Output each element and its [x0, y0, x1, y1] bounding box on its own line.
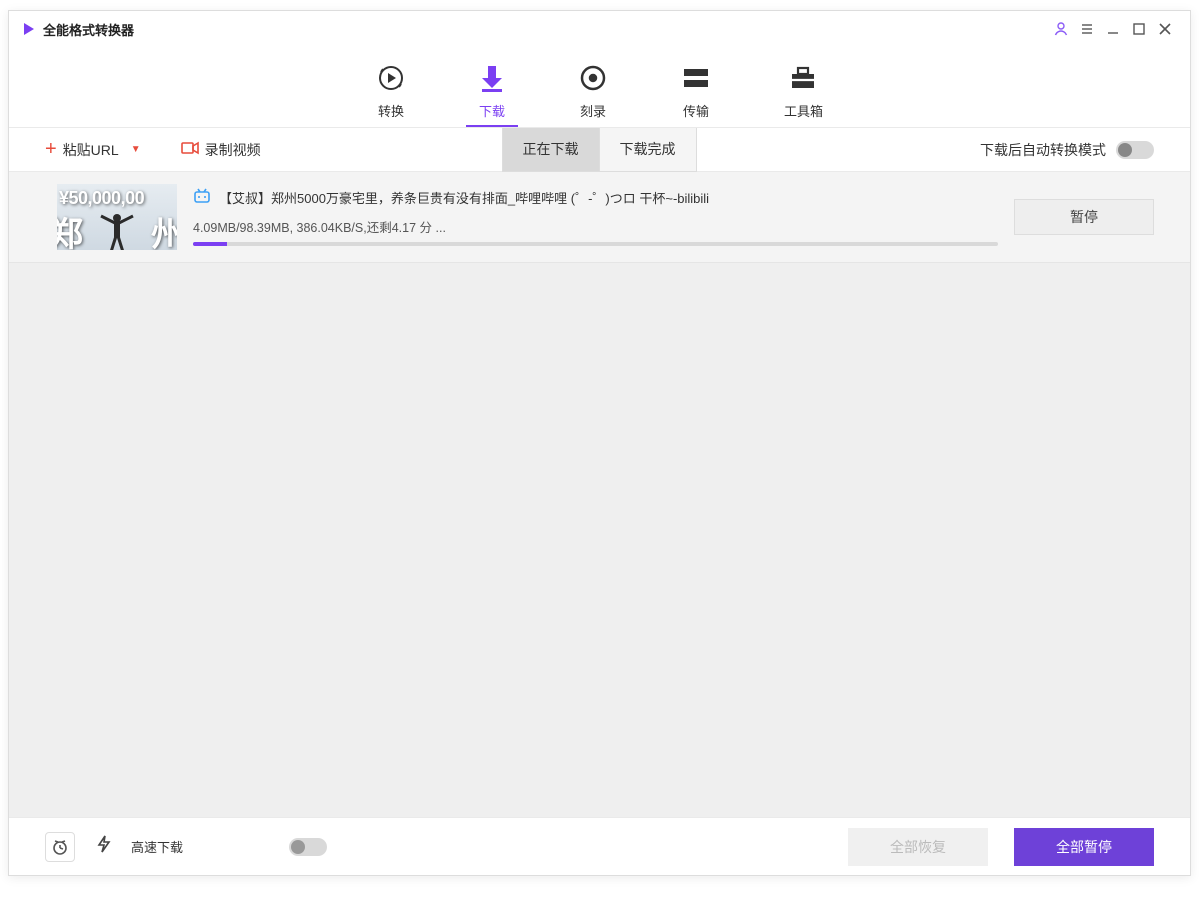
schedule-button[interactable] — [45, 832, 75, 862]
footer-bar: 高速下载 全部恢复 全部暂停 — [9, 817, 1190, 875]
tab-toolbox[interactable]: 工具箱 — [778, 47, 829, 127]
tab-toolbox-label: 工具箱 — [784, 101, 823, 120]
pause-all-button[interactable]: 全部暂停 — [1014, 828, 1154, 866]
download-icon — [478, 61, 506, 95]
download-thumbnail: ¥50,000,00 郑 州 — [57, 184, 177, 250]
resume-all-button[interactable]: 全部恢复 — [848, 828, 988, 866]
camera-icon — [181, 141, 199, 158]
tab-convert-label: 转换 — [378, 101, 404, 120]
bilibili-icon — [193, 188, 211, 207]
download-title: 【艾叔】郑州5000万豪宅里，养条巨贵有没有排面_哔哩哔哩 (゜-゜)つロ 干杯… — [219, 188, 709, 207]
clock-icon — [51, 838, 69, 856]
chevron-down-icon: ▼ — [131, 144, 141, 155]
main-tabs: 转换 下载 刻录 传输 — [9, 47, 1190, 127]
paste-url-label: 粘贴URL — [63, 140, 119, 160]
fast-download-toggle[interactable] — [289, 838, 327, 856]
record-video-label: 录制视频 — [205, 140, 261, 160]
main-tabs-container: 转换 下载 刻录 传输 — [9, 47, 1190, 128]
auto-convert-toggle[interactable] — [1116, 141, 1154, 159]
download-meta: 【艾叔】郑州5000万豪宅里，养条巨贵有没有排面_哔哩哔哩 (゜-゜)つロ 干杯… — [193, 188, 998, 246]
app-logo-icon — [21, 21, 37, 37]
transfer-icon — [680, 61, 712, 95]
segtab-downloading-label: 正在下载 — [523, 139, 579, 159]
minimize-icon[interactable] — [1100, 16, 1126, 42]
pause-button-label: 暂停 — [1070, 207, 1098, 227]
plus-icon: + — [45, 138, 57, 161]
download-progress-bar — [193, 242, 227, 246]
tab-transfer[interactable]: 传输 — [674, 47, 718, 127]
titlebar: 全能格式转换器 — [9, 11, 1190, 47]
segtab-done-label: 下载完成 — [620, 139, 676, 159]
pause-all-label: 全部暂停 — [1056, 837, 1112, 857]
menu-icon[interactable] — [1074, 16, 1100, 42]
tab-burn-label: 刻录 — [580, 101, 606, 120]
app-title: 全能格式转换器 — [43, 20, 134, 39]
pause-button[interactable]: 暂停 — [1014, 199, 1154, 235]
tab-convert[interactable]: 转换 — [370, 47, 412, 127]
tab-transfer-label: 传输 — [683, 101, 709, 120]
right-actions: 下载后自动转换模式 — [980, 140, 1154, 160]
record-video-button[interactable]: 录制视频 — [181, 140, 261, 160]
bolt-icon — [97, 835, 111, 858]
resume-all-label: 全部恢复 — [890, 837, 946, 857]
app-window: 全能格式转换器 转换 — [8, 10, 1191, 876]
close-icon[interactable] — [1152, 16, 1178, 42]
fast-download-label: 高速下载 — [131, 837, 183, 856]
user-icon[interactable] — [1048, 16, 1074, 42]
download-list: ¥50,000,00 郑 州 【艾叔】郑州5000万豪宅里，养条 — [9, 172, 1190, 817]
auto-convert-label: 下载后自动转换模式 — [980, 140, 1106, 160]
maximize-icon[interactable] — [1126, 16, 1152, 42]
tab-burn[interactable]: 刻录 — [572, 47, 614, 127]
segtab-done[interactable]: 下载完成 — [599, 128, 697, 172]
burn-icon — [578, 61, 608, 95]
thumb-person-icon — [97, 208, 137, 250]
tab-download-label: 下载 — [479, 101, 505, 120]
thumb-overlay-text: ¥50,000,00 — [59, 188, 175, 209]
download-status-text: 4.09MB/98.39MB, 386.04KB/S,还剩4.17 分 ... — [193, 217, 998, 236]
tab-download[interactable]: 下载 — [472, 47, 512, 127]
download-progress — [193, 242, 998, 246]
download-item: ¥50,000,00 郑 州 【艾叔】郑州5000万豪宅里，养条 — [9, 172, 1190, 263]
toolbox-icon — [788, 61, 818, 95]
download-status-tabs: 正在下载 下载完成 — [503, 128, 697, 172]
paste-url-button[interactable]: + 粘贴URL ▼ — [45, 138, 141, 161]
thumb-char-right: 州 — [151, 207, 177, 250]
thumb-char-left: 郑 — [57, 207, 83, 250]
action-bar: + 粘贴URL ▼ 录制视频 正在下载 下载完成 下载后自动转换模式 — [9, 128, 1190, 172]
segtab-downloading[interactable]: 正在下载 — [502, 128, 600, 172]
convert-icon — [376, 61, 406, 95]
